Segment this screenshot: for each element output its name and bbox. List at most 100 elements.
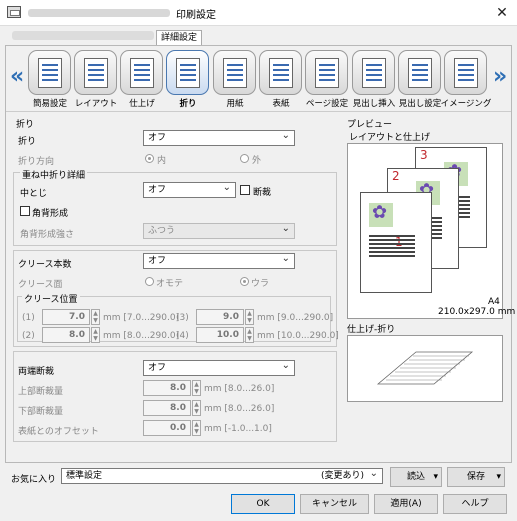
redacted-tab[interactable] <box>12 31 154 40</box>
load-dropdown-icon[interactable]: ▾ <box>433 468 438 486</box>
apply-button[interactable]: 適用(A) <box>374 494 438 514</box>
crease-side-label: クリース面 <box>18 280 63 290</box>
saddle-group-title: 重ね中折り詳細 <box>20 168 88 181</box>
redacted-printer-name <box>28 9 170 17</box>
paper-size: 210.0x297.0 mm <box>438 307 516 317</box>
top-trim-label: 上部断裁量 <box>18 387 64 397</box>
finish-fold-label: 仕上げ-折り <box>347 325 396 335</box>
scroll-right-icon[interactable]: » <box>493 64 507 89</box>
paper-icon <box>223 58 247 88</box>
finishing-icon <box>130 58 154 88</box>
cover-offset-input[interactable]: 0.0 <box>143 420 191 436</box>
page-setup-icon <box>315 58 339 88</box>
square-strength-label: 角背形成強さ <box>20 230 75 240</box>
crease-pos-range-1: mm [9.0...290.0] <box>257 313 334 323</box>
crease-pos-input-3[interactable]: 10.0 <box>196 327 244 343</box>
function-button-9[interactable] <box>444 50 487 95</box>
fold-section-title: 折り <box>16 120 35 130</box>
cover-icon <box>269 58 293 88</box>
cover-offset-label: 表紙とのオフセット <box>18 427 99 437</box>
page-number-1: 1 <box>395 235 403 249</box>
crease-pos-input-2[interactable]: 8.0 <box>42 327 90 343</box>
preview-title: プレビュー <box>347 120 393 130</box>
tab-advanced[interactable]: 詳細設定 <box>156 30 202 46</box>
function-button-5[interactable] <box>259 50 302 95</box>
quick-settings-icon <box>38 58 62 88</box>
fold-direction-label: 折り方向 <box>18 157 55 167</box>
crease-front-radio[interactable] <box>145 277 154 286</box>
function-button-7[interactable] <box>352 50 395 95</box>
staple-label: 中とじ <box>20 189 48 199</box>
help-button[interactable]: ヘルプ <box>443 494 507 514</box>
paper-name: A4 <box>488 297 500 307</box>
function-button-0[interactable] <box>28 50 71 95</box>
fold-diagram <box>376 351 474 385</box>
square-strength-select[interactable]: ふつう <box>143 222 295 239</box>
fold-label: 折り <box>18 137 37 147</box>
save-dropdown-icon[interactable]: ▾ <box>496 468 501 486</box>
preview-page-1: 1 <box>360 192 432 293</box>
fold-icon <box>176 58 200 88</box>
function-button-8[interactable] <box>398 50 441 95</box>
both-trim-select[interactable]: オフ <box>143 359 295 376</box>
imaging-icon <box>454 58 478 88</box>
function-button-4[interactable] <box>213 50 256 95</box>
favorites-select[interactable]: 標準設定 (変更あり) <box>61 467 383 484</box>
scroll-left-icon[interactable]: « <box>10 64 24 89</box>
cancel-button[interactable]: キャンセル <box>300 494 369 514</box>
both-trim-label: 両端断裁 <box>18 367 55 377</box>
cover-offset-range: mm [-1.0...1.0] <box>204 424 272 434</box>
bottom-trim-range: mm [8.0...26.0] <box>204 404 275 414</box>
crease-pos-index-0: (1) <box>22 313 35 323</box>
staple-select[interactable]: オフ <box>143 181 236 198</box>
fold-preview <box>347 335 503 402</box>
function-button-2[interactable] <box>120 50 163 95</box>
cover-offset-spinner[interactable]: ▲ ▼ <box>192 420 201 436</box>
favorites-value: 標準設定 <box>66 471 103 481</box>
crease-pos-index-2: (2) <box>22 331 35 341</box>
close-icon[interactable]: ✕ <box>492 3 512 23</box>
function-button-1[interactable] <box>74 50 117 95</box>
square-back-label: 角背形成 <box>32 209 69 219</box>
layout-icon <box>84 58 108 88</box>
save-button[interactable]: 保存 ▾ <box>447 467 505 487</box>
crease-pos-spinner-3[interactable]: ▲ ▼ <box>245 327 254 343</box>
save-button-label: 保存 <box>466 472 485 482</box>
top-trim-range: mm [8.0...26.0] <box>204 384 275 394</box>
crease-count-select[interactable]: オフ <box>143 252 295 269</box>
bottom-trim-input[interactable]: 8.0 <box>143 400 191 416</box>
favorites-label: お気に入り <box>11 475 57 485</box>
direction-in-radio[interactable] <box>145 154 154 163</box>
load-button[interactable]: 読込 ▾ <box>390 467 442 487</box>
direction-in-label: 内 <box>157 156 167 166</box>
function-button-3[interactable] <box>166 50 209 95</box>
function-label-9: イメージング <box>440 99 492 109</box>
crease-pos-spinner-2[interactable]: ▲ ▼ <box>91 327 100 343</box>
crease-back-radio[interactable] <box>240 277 249 286</box>
tab-insert-icon <box>362 58 386 88</box>
crease-pos-index-1: (3) <box>176 313 189 323</box>
crease-back-label: ウラ <box>251 279 270 289</box>
trim-label: 断裁 <box>253 188 272 198</box>
crease-pos-input-1[interactable]: 9.0 <box>196 309 244 325</box>
crease-front-label: オモテ <box>156 279 184 289</box>
crease-pos-input-0[interactable]: 7.0 <box>42 309 90 325</box>
square-back-checkbox[interactable] <box>20 206 30 216</box>
direction-out-label: 外 <box>252 156 262 166</box>
top-trim-spinner[interactable]: ▲ ▼ <box>192 380 201 396</box>
crease-position-title: クリース位置 <box>22 292 80 305</box>
printer-icon <box>7 6 21 18</box>
crease-pos-range-3: mm [10.0...290.0] <box>257 331 339 341</box>
crease-pos-range-0: mm [7.0...290.0] <box>103 313 180 323</box>
bottom-trim-label: 下部断裁量 <box>18 407 64 417</box>
crease-pos-spinner-1[interactable]: ▲ ▼ <box>245 309 254 325</box>
ok-button[interactable]: OK <box>231 494 295 514</box>
top-trim-input[interactable]: 8.0 <box>143 380 191 396</box>
crease-pos-range-2: mm [8.0...290.0] <box>103 331 180 341</box>
crease-pos-spinner-0[interactable]: ▲ ▼ <box>91 309 100 325</box>
direction-out-radio[interactable] <box>240 154 249 163</box>
function-button-6[interactable] <box>305 50 348 95</box>
fold-select[interactable]: オフ <box>143 129 295 146</box>
trim-checkbox[interactable] <box>240 185 250 195</box>
bottom-trim-spinner[interactable]: ▲ ▼ <box>192 400 201 416</box>
